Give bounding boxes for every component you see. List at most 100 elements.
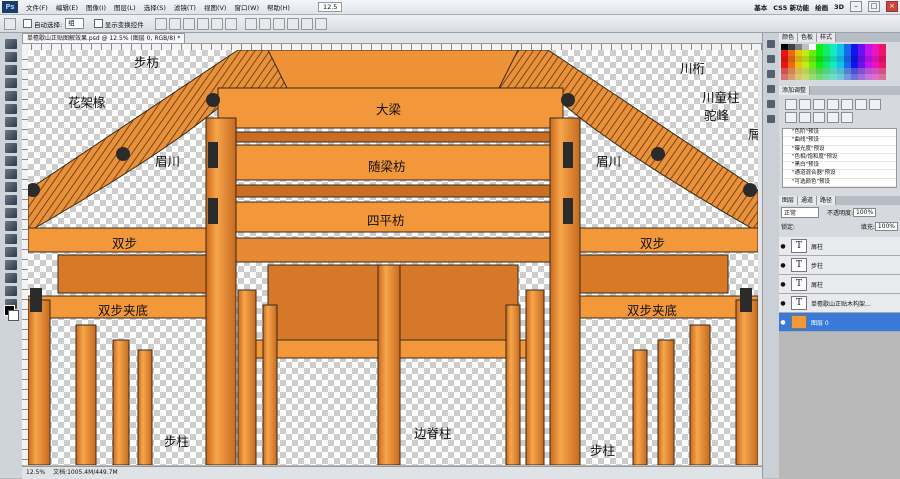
workspace-3d[interactable]: 3D xyxy=(834,3,844,11)
maximize-button[interactable]: □ xyxy=(868,1,880,12)
path-select-tool-icon[interactable] xyxy=(5,247,17,257)
eye-icon[interactable]: ● xyxy=(779,243,787,250)
actions-panel-icon[interactable] xyxy=(767,55,775,63)
preset-item[interactable]: "可选颜色"预设 xyxy=(783,179,896,188)
background-color-swatch[interactable] xyxy=(8,310,19,321)
color-swatch[interactable] xyxy=(865,74,872,80)
blend-mode-select[interactable]: 正常 xyxy=(781,206,820,218)
color-swatch[interactable] xyxy=(879,74,886,80)
fill-value[interactable]: 100% xyxy=(874,221,898,231)
character-panel-icon[interactable] xyxy=(767,100,775,108)
color-swatch[interactable] xyxy=(858,74,865,80)
posterize-icon[interactable] xyxy=(841,112,853,123)
exposure-icon[interactable] xyxy=(827,99,839,110)
menu-select[interactable]: 选择(S) xyxy=(140,2,170,12)
preset-item[interactable]: "色相/饱和度"预设 xyxy=(783,154,896,163)
gradient-tool-icon[interactable] xyxy=(5,182,17,192)
color-swatch[interactable] xyxy=(788,74,795,80)
color-swatch[interactable] xyxy=(830,74,837,80)
eyedropper-tool-icon[interactable] xyxy=(5,104,17,114)
invert-icon[interactable] xyxy=(827,112,839,123)
black-white-icon[interactable] xyxy=(785,112,797,123)
eye-icon[interactable]: ● xyxy=(779,281,787,288)
status-zoom[interactable]: 12.5% xyxy=(22,467,49,479)
auto-select-checkbox[interactable] xyxy=(23,19,32,28)
curves-icon[interactable] xyxy=(813,99,825,110)
healing-brush-tool-icon[interactable] xyxy=(5,117,17,127)
color-swatch[interactable] xyxy=(851,74,858,80)
brightness-icon[interactable] xyxy=(785,99,797,110)
preset-item[interactable]: "曲线"预设 xyxy=(783,137,896,146)
quick-select-tool-icon[interactable] xyxy=(5,78,17,88)
swatch-grid[interactable] xyxy=(779,42,900,82)
color-swatch[interactable] xyxy=(823,74,830,80)
layer-row[interactable]: ● T 步柱 xyxy=(779,256,900,276)
tab-layers[interactable]: 图层 xyxy=(779,196,799,206)
align-right-icon[interactable] xyxy=(224,17,237,30)
type-tool-icon[interactable] xyxy=(5,234,17,244)
layer-row[interactable]: ● T 屑柱 xyxy=(779,275,900,295)
tab-paths[interactable]: 路径 xyxy=(817,196,837,206)
hue-icon[interactable] xyxy=(855,99,867,110)
color-swatch[interactable] xyxy=(809,74,816,80)
distribute-vcenter-icon[interactable] xyxy=(258,17,271,30)
workspace-essentials[interactable]: 基本 xyxy=(754,2,767,12)
preset-item[interactable]: "通道混合器"预设 xyxy=(783,170,896,179)
layer-row-selected[interactable]: ● 图层 0 xyxy=(779,313,900,333)
menu-filter[interactable]: 滤镜(T) xyxy=(170,2,200,12)
shape-tool-icon[interactable] xyxy=(5,260,17,270)
eye-icon[interactable]: ● xyxy=(779,300,787,307)
align-vcenter-icon[interactable] xyxy=(168,17,181,30)
hand-tool-icon[interactable] xyxy=(5,286,17,296)
minimize-button[interactable]: – xyxy=(850,1,862,12)
clone-source-panel-icon[interactable] xyxy=(767,85,775,93)
levels-icon[interactable] xyxy=(799,99,811,110)
workspace-cs5[interactable]: CS5 新功能 xyxy=(773,2,809,12)
opacity-value[interactable]: 100% xyxy=(853,207,877,217)
vibrance-icon[interactable] xyxy=(841,99,853,110)
color-swatch[interactable] xyxy=(816,74,823,80)
menu-view[interactable]: 视图(V) xyxy=(200,2,231,12)
photo-filter-icon[interactable] xyxy=(799,112,811,123)
history-brush-tool-icon[interactable] xyxy=(5,156,17,166)
distribute-hcenter-icon[interactable] xyxy=(300,17,313,30)
tab-color[interactable]: 颜色 xyxy=(779,33,799,42)
align-left-icon[interactable] xyxy=(196,17,209,30)
marquee-tool-icon[interactable] xyxy=(5,52,17,62)
menu-file[interactable]: 文件(F) xyxy=(22,2,52,12)
color-balance-icon[interactable] xyxy=(869,99,881,110)
layer-row[interactable]: ● T 屑柱 xyxy=(779,237,900,257)
color-swatch[interactable] xyxy=(802,74,809,80)
paragraph-panel-icon[interactable] xyxy=(767,115,775,123)
move-tool-icon[interactable] xyxy=(5,39,17,49)
close-button[interactable]: × xyxy=(886,1,898,12)
preset-item[interactable]: "曝光度"预设 xyxy=(783,146,896,154)
clone-stamp-tool-icon[interactable] xyxy=(5,143,17,153)
align-top-icon[interactable] xyxy=(154,17,167,30)
tab-channels[interactable]: 通道 xyxy=(798,196,818,206)
dodge-tool-icon[interactable] xyxy=(5,208,17,218)
blur-tool-icon[interactable] xyxy=(5,195,17,205)
menu-edit[interactable]: 编辑(E) xyxy=(52,2,82,12)
document-tab[interactable]: 单檐歇山正贴图解效果.psd @ 12.5% (图层 0, RGB/8) * xyxy=(22,33,186,43)
pen-tool-icon[interactable] xyxy=(5,221,17,231)
show-transform-checkbox[interactable] xyxy=(93,19,103,28)
menu-window[interactable]: 窗口(W) xyxy=(230,2,263,12)
distribute-bottom-icon[interactable] xyxy=(272,17,285,30)
workspace-painting[interactable]: 绘画 xyxy=(815,2,828,12)
menu-image[interactable]: 图像(I) xyxy=(82,2,110,12)
auto-select-dropdown[interactable]: 组 xyxy=(65,18,84,29)
color-swatch[interactable] xyxy=(872,74,879,80)
color-swatch[interactable] xyxy=(837,74,844,80)
document-canvas[interactable]: 步枋 花架椽 川桁 川童柱 驼峰 屑 大梁 眉川 眉川 随梁枋 四平枋 双步 双… xyxy=(28,50,758,465)
align-hcenter-icon[interactable] xyxy=(210,17,223,30)
menu-layer[interactable]: 图层(L) xyxy=(110,2,140,12)
zoom-level[interactable]: 12.5 xyxy=(317,2,343,12)
brush-panel-icon[interactable] xyxy=(767,70,775,78)
menu-help[interactable]: 帮助(H) xyxy=(263,2,294,12)
tab-swatches[interactable]: 色板 xyxy=(798,33,818,42)
color-swatch[interactable] xyxy=(795,74,802,80)
distribute-right-icon[interactable] xyxy=(314,17,327,30)
crop-tool-icon[interactable] xyxy=(5,91,17,101)
eraser-tool-icon[interactable] xyxy=(5,169,17,179)
